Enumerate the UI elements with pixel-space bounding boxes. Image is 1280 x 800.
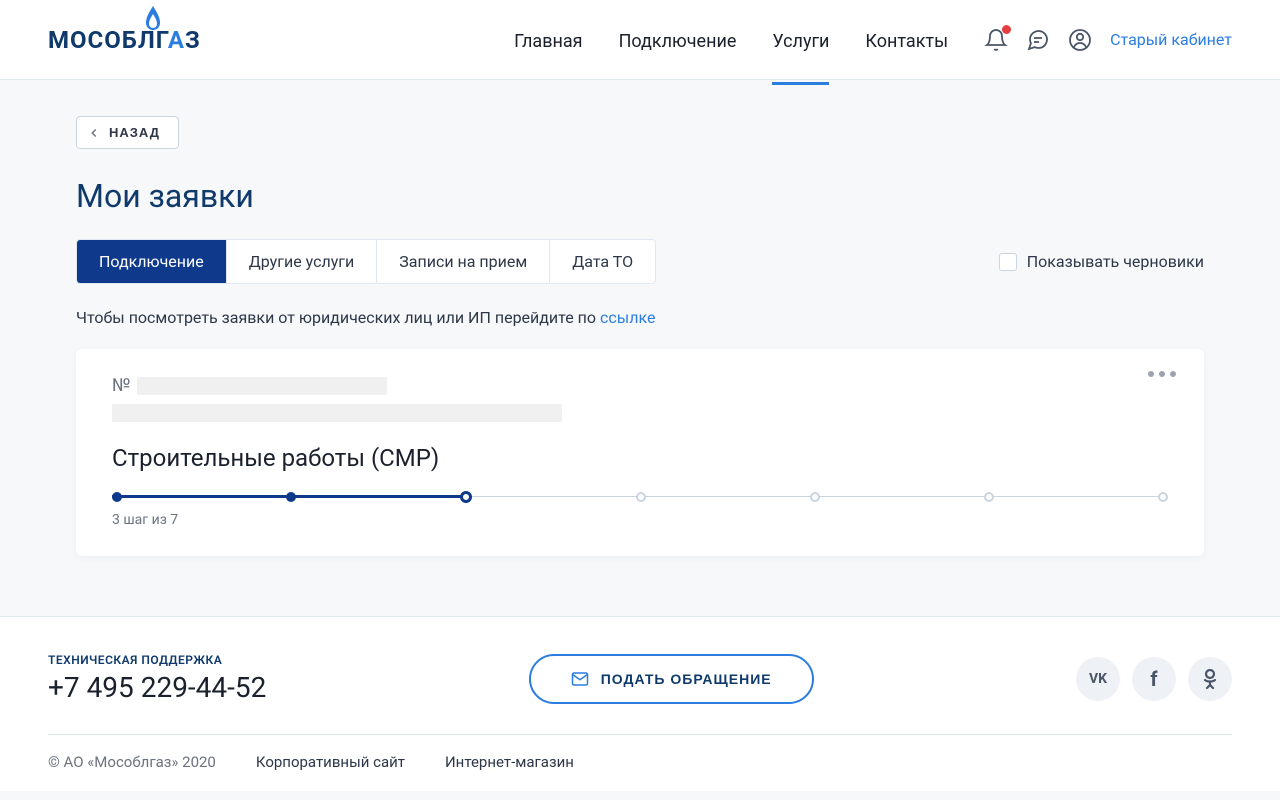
copyright: © АО «Мособлгаз» 2020 (48, 753, 216, 771)
show-drafts-toggle[interactable]: Показывать черновики (999, 252, 1204, 271)
more-icon[interactable] (1148, 371, 1176, 377)
submit-request-button[interactable]: ПОДАТЬ ОБРАЩЕНИЕ (529, 654, 814, 704)
header-icons: Старый кабинет (984, 28, 1232, 52)
back-label: НАЗАД (109, 125, 160, 140)
tab-other-services[interactable]: Другие услуги (227, 240, 378, 283)
header: МОСОБЛГАЗ Главная Подключение Услуги Кон… (0, 0, 1280, 80)
social-links: VK f (1076, 657, 1232, 701)
notification-badge (1002, 25, 1011, 34)
flame-icon (143, 6, 163, 36)
card-title: Строительные работы (СМР) (112, 444, 1168, 472)
bell-icon[interactable] (984, 28, 1008, 52)
user-icon[interactable] (1068, 28, 1092, 52)
progress-bar (112, 492, 1168, 502)
main-content: НАЗАД Мои заявки Подключение Другие услу… (76, 80, 1204, 616)
support-block: ТЕХНИЧЕСКАЯ ПОДДЕРЖКА +7 495 229-44-52 (48, 653, 266, 704)
application-card: № Строительные работы (СМР) 3 шаг из 7 (76, 349, 1204, 556)
nav-home[interactable]: Главная (514, 31, 582, 85)
vk-icon[interactable]: VK (1076, 657, 1120, 701)
tab-maintenance-date[interactable]: Дата ТО (550, 240, 655, 283)
redacted-number (137, 377, 387, 395)
corporate-site-link[interactable]: Корпоративный сайт (256, 753, 405, 771)
support-label: ТЕХНИЧЕСКАЯ ПОДДЕРЖКА (48, 653, 266, 667)
logo[interactable]: МОСОБЛГАЗ (48, 26, 201, 54)
step-7 (1158, 492, 1168, 502)
submit-label: ПОДАТЬ ОБРАЩЕНИЕ (601, 671, 772, 687)
back-button[interactable]: НАЗАД (76, 116, 179, 149)
mail-icon (571, 670, 589, 688)
chat-icon[interactable] (1026, 28, 1050, 52)
nav-connection[interactable]: Подключение (619, 31, 737, 85)
logo-text: МОСОБЛГАЗ (48, 26, 201, 54)
footer-bottom: © АО «Мособлгаз» 2020 Корпоративный сайт… (48, 735, 1232, 771)
nav-contacts[interactable]: Контакты (865, 31, 948, 85)
main-nav: Главная Подключение Услуги Контакты (514, 13, 948, 67)
card-number: № (112, 375, 1168, 396)
step-3 (460, 491, 472, 503)
redacted-address (112, 404, 562, 422)
footer: ТЕХНИЧЕСКАЯ ПОДДЕРЖКА +7 495 229-44-52 П… (0, 616, 1280, 791)
tab-appointments[interactable]: Записи на прием (377, 240, 550, 283)
page-title: Мои заявки (76, 177, 1204, 215)
info-text: Чтобы посмотреть заявки от юридических л… (76, 308, 1204, 327)
step-6 (984, 492, 994, 502)
step-2 (286, 492, 296, 502)
show-drafts-label: Показывать черновики (1027, 252, 1204, 271)
online-store-link[interactable]: Интернет-магазин (445, 753, 574, 771)
step-1 (112, 492, 122, 502)
support-phone[interactable]: +7 495 229-44-52 (48, 671, 266, 704)
tabs-row: Подключение Другие услуги Записи на прие… (76, 239, 1204, 284)
nav-services[interactable]: Услуги (772, 31, 829, 85)
tabs: Подключение Другие услуги Записи на прие… (76, 239, 656, 284)
facebook-icon[interactable]: f (1132, 657, 1176, 701)
step-5 (810, 492, 820, 502)
step-4 (636, 492, 646, 502)
ok-icon[interactable] (1188, 657, 1232, 701)
legal-entities-link[interactable]: ссылке (600, 308, 655, 327)
step-counter: 3 шаг из 7 (112, 512, 1168, 528)
chevron-left-icon (87, 126, 101, 140)
tab-connection[interactable]: Подключение (77, 240, 227, 283)
old-cabinet-link[interactable]: Старый кабинет (1110, 30, 1232, 49)
checkbox-icon[interactable] (999, 253, 1017, 271)
